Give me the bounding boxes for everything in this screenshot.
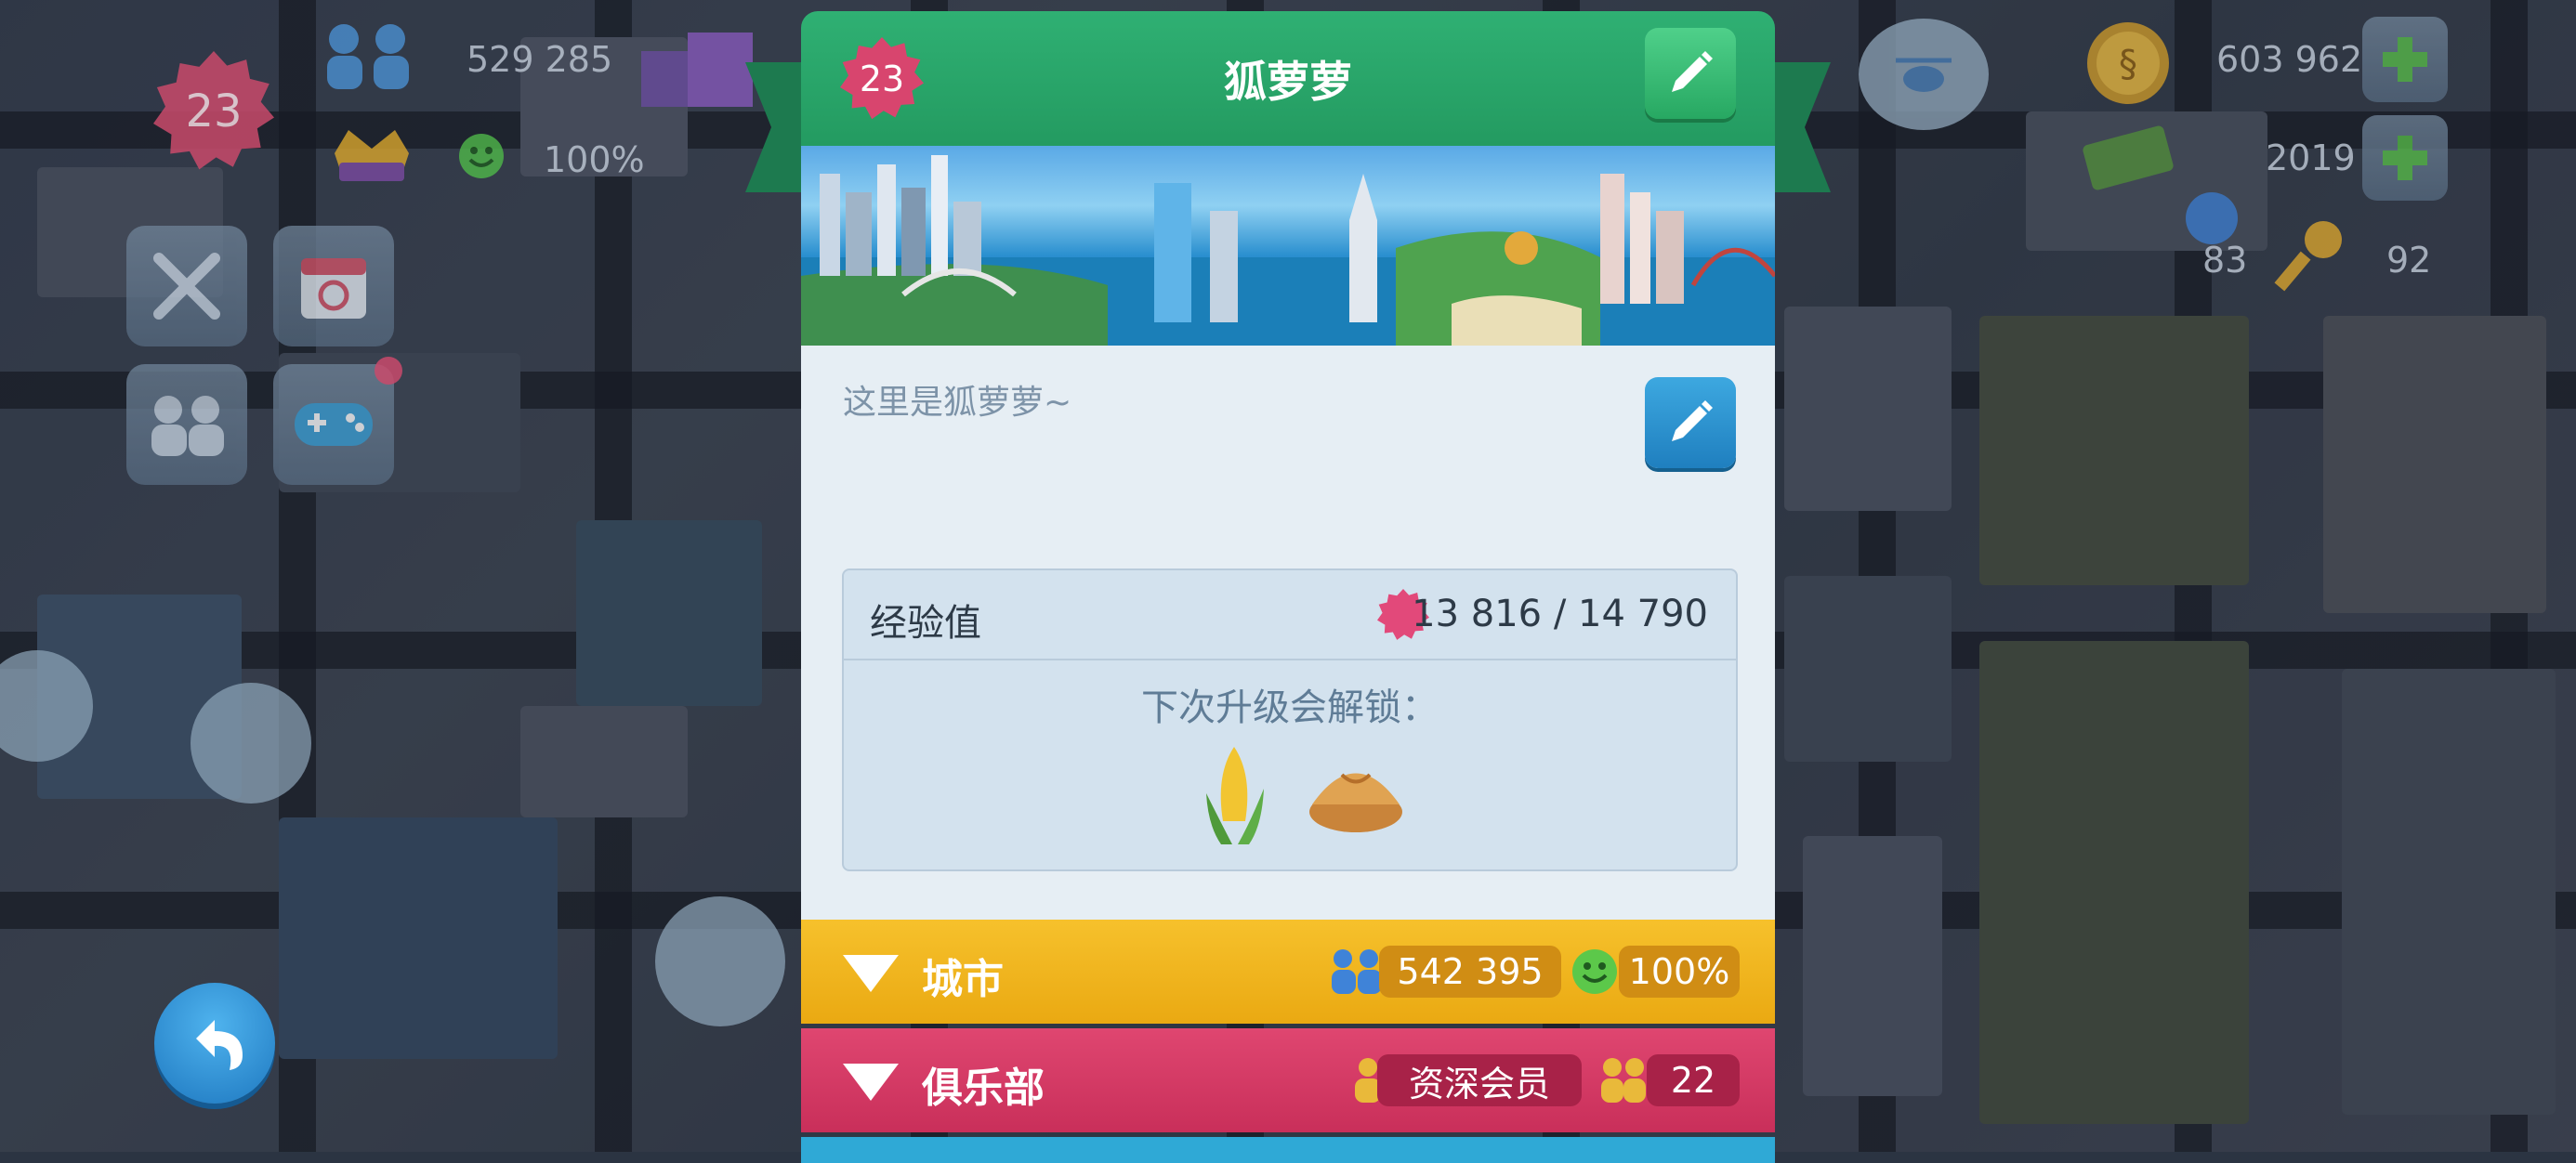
experience-box: 经验值 13 816 / 14 790 下次升级会解锁： (842, 568, 1738, 871)
friends-button[interactable] (126, 364, 247, 485)
helicopter-icon (1896, 58, 1952, 92)
edit-icon (1672, 400, 1713, 441)
edit-icon (1672, 51, 1713, 92)
hud-golden-keys: 83 (2202, 240, 2248, 281)
hud-level: 23 (185, 85, 243, 137)
city-banner-image (801, 146, 1775, 346)
buy-simoleons-button[interactable] (2362, 17, 2448, 102)
calendar-button[interactable] (273, 226, 394, 346)
city-population: 542 395 (1379, 946, 1561, 998)
warehouse-icon[interactable] (632, 19, 762, 124)
back-icon (196, 1020, 243, 1070)
notification-dot (375, 357, 402, 385)
player-motto: 这里是狐萝萝~ (843, 384, 1072, 422)
tools-button[interactable] (126, 226, 247, 346)
happiness-icon (457, 132, 506, 184)
tools-icon (153, 253, 220, 320)
helicopter-bubble[interactable] (1859, 19, 1989, 130)
profile-panel: 23 狐萝萝 这里是狐萝萝~ 经验值 13 816 / 14 790 下次升级会… (745, 11, 1831, 1163)
player-name: 狐萝萝 (1224, 57, 1352, 107)
games-button[interactable] (273, 364, 394, 485)
svg-text:§: § (2119, 43, 2137, 85)
buy-simcash-button[interactable] (2362, 115, 2448, 201)
members-icon (1596, 1056, 1651, 1108)
club-members: 22 (1647, 1054, 1740, 1106)
gamepad-icon (295, 403, 373, 446)
city-section-bar[interactable]: 城市 542 395 100% (801, 920, 1775, 1024)
calendar-icon (301, 258, 366, 319)
plus-icon (2383, 37, 2427, 82)
hud-happiness: 100% (544, 139, 645, 180)
edit-name-button[interactable] (1645, 28, 1736, 119)
city-label: 城市 (922, 956, 1004, 1003)
hud-population: 529 285 (467, 39, 613, 80)
club-rank: 资深会员 (1377, 1054, 1582, 1106)
experience-label: 经验值 (870, 602, 981, 645)
panel-header: 23 狐萝萝 (801, 11, 1775, 150)
hud-keys: 92 (2386, 240, 2432, 281)
experience-row: 经验值 13 816 / 14 790 (844, 570, 1736, 660)
plus-icon (2383, 136, 2427, 180)
friends-icon (151, 396, 224, 456)
hud-simcash: 2019 (2266, 137, 2356, 178)
population-icon (316, 19, 427, 97)
experience-value: 13 816 / 14 790 (1412, 593, 1708, 635)
chevron-down-icon (843, 1064, 899, 1101)
corn-icon[interactable] (1188, 738, 1281, 853)
task-bubble-mid[interactable] (191, 683, 311, 804)
panel-body: 这里是狐萝萝~ 经验值 13 816 / 14 790 下次升级会解锁： (801, 346, 1775, 931)
simcash-icon (2077, 116, 2179, 194)
task-bubble-low[interactable] (655, 896, 785, 1026)
key-icon (2267, 214, 2351, 301)
club-label: 俱乐部 (922, 1065, 1045, 1112)
edit-motto-button[interactable] (1645, 377, 1736, 468)
happiness-icon (1571, 947, 1619, 1000)
simoleon-icon: § (2082, 17, 2175, 113)
next-level-unlock-label: 下次升级会解锁： (1141, 686, 1439, 729)
back-button[interactable] (154, 983, 275, 1104)
vip-icon[interactable] (325, 116, 418, 194)
chevron-down-icon (843, 955, 899, 992)
bun-icon[interactable] (1305, 747, 1407, 843)
city-happiness: 100% (1619, 946, 1740, 998)
club-section-bar[interactable]: 俱乐部 资深会员 22 (801, 1028, 1775, 1132)
next-section-bar[interactable] (801, 1137, 1775, 1163)
hud-simoleons: 603 962 (2216, 39, 2363, 80)
